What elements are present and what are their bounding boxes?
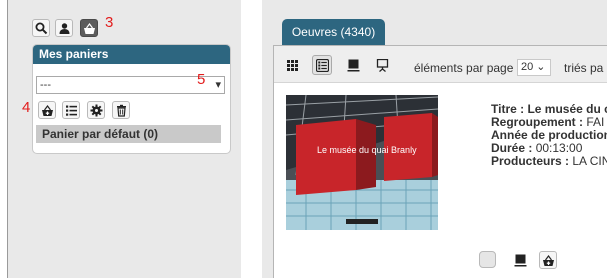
basket-list-button[interactable] [62,101,80,119]
per-page-select[interactable]: 20 ⌄ [517,59,551,76]
item-title[interactable]: Le musée du c [527,102,607,116]
presentation-icon [376,58,388,72]
thumbnail-image [286,95,438,230]
baskets-panel: Mes paniers --- ▾ Panier par défaut (0) [32,44,231,154]
basket-icon [83,22,95,34]
add-basket-icon [41,104,53,116]
grid-view-icon [286,59,298,71]
search-icon [35,22,47,34]
item-card-button[interactable] [511,251,529,269]
tab-oeuvres[interactable]: Oeuvres (4340) [282,19,385,45]
item-select-checkbox[interactable] [479,251,496,268]
add-basket-button[interactable] [38,101,56,119]
annotation-4: 4 [22,99,31,116]
settings-icon [90,104,102,116]
delete-basket-button[interactable] [112,101,130,119]
card-view-button[interactable] [344,56,362,74]
grid-view-button[interactable] [283,56,301,74]
results-panel: éléments par page 20 ⌄ triés pa Le musée… [273,45,607,278]
search-button[interactable] [32,19,50,37]
add-to-basket-button[interactable] [539,251,557,269]
thumbnail-caption: Le musée du quai Branly [317,145,417,155]
add-to-basket-icon [542,254,554,266]
basket-settings-button[interactable] [87,101,105,119]
presentation-button[interactable] [373,56,391,74]
item-thumbnail[interactable]: Le musée du quai Branly [286,95,438,230]
list-icon [65,105,77,116]
item-metadata: Titre : Le musée du c Regroupement : FAI… [491,103,607,168]
user-button[interactable] [55,19,73,37]
results-toolbar: éléments par page 20 ⌄ triés pa [274,46,607,83]
baskets-panel-title: Mes paniers [33,45,230,64]
sort-label: triés pa [564,61,604,75]
chevron-down-icon: ▾ [215,79,221,91]
default-basket-row[interactable]: Panier par défaut (0) [36,125,221,143]
list-view-button[interactable] [312,55,332,75]
annotation-5: 5 [197,71,206,88]
user-icon [59,22,69,34]
card-view-icon [347,59,359,71]
field-producteurs: Producteurs : LA CIN [491,154,607,168]
trash-icon [116,104,126,117]
basket-select-value: --- [40,79,51,91]
basket-button[interactable] [80,19,98,37]
annotation-3: 3 [105,14,114,31]
list-view-icon [315,58,329,72]
card-icon [514,254,526,266]
per-page-label: éléments par page [414,61,514,75]
